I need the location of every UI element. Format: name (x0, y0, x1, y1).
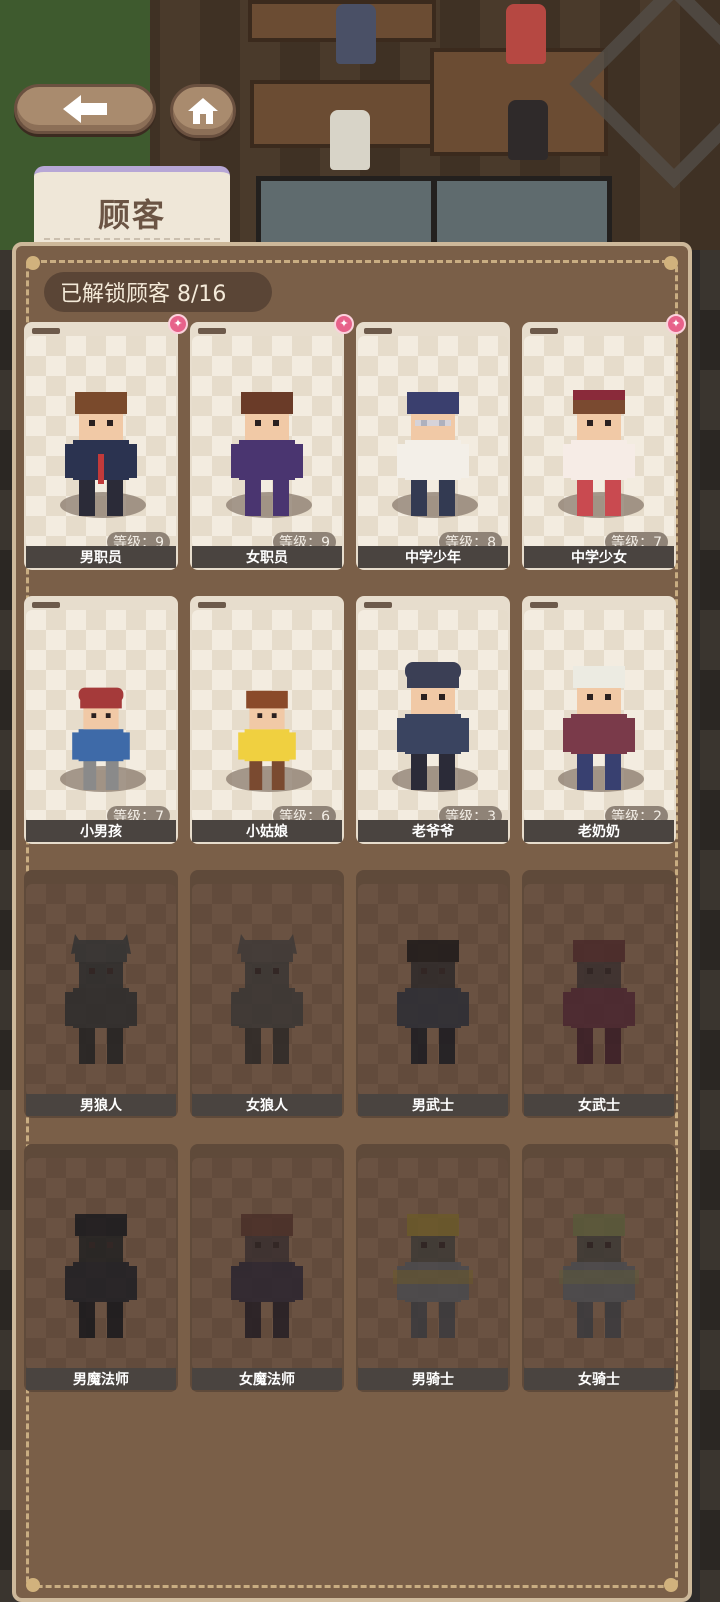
customer-name: 男职员 (26, 546, 176, 568)
customer-name: 老爷爷 (358, 820, 508, 842)
customer-portrait: 等级：7 (524, 336, 674, 552)
customer-card[interactable]: 女骑士 (522, 1144, 676, 1392)
customer-name: 男魔法师 (26, 1368, 176, 1390)
background-wall (700, 250, 720, 1602)
customer-card[interactable]: 等级：3 老爷爷 (356, 596, 510, 844)
customer-sprite-icon (563, 666, 635, 790)
background-character (336, 4, 376, 64)
background-character (330, 110, 370, 170)
customer-sprite-icon (231, 392, 303, 516)
panel-corner (664, 1578, 678, 1592)
customer-card[interactable]: 女狼人 (190, 870, 344, 1118)
customer-card[interactable]: 等级：9 男职员 (24, 322, 178, 570)
customer-card[interactable]: 女魔法师 (190, 1144, 344, 1392)
customer-portrait: 等级：7 (26, 610, 176, 826)
customer-sprite-icon (231, 934, 303, 1064)
customer-sprite-icon (65, 392, 137, 516)
new-badge-icon: ✦ (334, 314, 354, 334)
customer-sprite-icon (559, 1214, 639, 1338)
customer-sprite-icon (72, 687, 130, 790)
customer-sprite-icon (563, 940, 635, 1064)
background-character (508, 100, 548, 160)
customer-portrait (524, 884, 674, 1096)
customer-portrait: 等级：9 (192, 336, 342, 552)
card-tab (530, 328, 558, 334)
card-tab (32, 328, 60, 334)
home-button[interactable] (170, 84, 236, 138)
card-tab (198, 602, 226, 608)
card-tab (364, 602, 392, 608)
customer-portrait: 等级：8 (358, 336, 508, 552)
panel-corner (664, 256, 678, 270)
customer-card[interactable]: 男狼人 (24, 870, 178, 1118)
customer-card[interactable]: 等级：6 小姑娘 (190, 596, 344, 844)
customer-sprite-icon (65, 1214, 137, 1338)
customer-name: 小男孩 (26, 820, 176, 842)
card-tab (364, 328, 392, 334)
tab-customers[interactable]: 顾客 (34, 166, 230, 252)
customer-portrait: 等级：6 (192, 610, 342, 826)
customer-name: 男狼人 (26, 1094, 176, 1116)
customer-portrait (524, 1158, 674, 1370)
background-character (506, 4, 546, 64)
customer-name: 中学少女 (524, 546, 674, 568)
customer-portrait (192, 1158, 342, 1370)
customer-sprite-icon (397, 940, 469, 1064)
customer-card[interactable]: 等级：9 女职员 (190, 322, 344, 570)
customer-card[interactable]: 等级：2 老奶奶 (522, 596, 676, 844)
customer-name: 女武士 (524, 1094, 674, 1116)
back-button[interactable] (14, 84, 156, 134)
customer-card[interactable]: 男魔法师 (24, 1144, 178, 1392)
customer-sprite-icon (65, 934, 137, 1064)
customer-name: 女魔法师 (192, 1368, 342, 1390)
customer-name: 女骑士 (524, 1368, 674, 1390)
customer-name: 女狼人 (192, 1094, 342, 1116)
customer-card[interactable]: 等级：8 中学少年 (356, 322, 510, 570)
card-tab (530, 602, 558, 608)
tab-divider (44, 238, 220, 240)
customer-portrait (358, 1158, 508, 1370)
customer-card[interactable]: 等级：7 中学少女 (522, 322, 676, 570)
panel-corner (26, 256, 40, 270)
customer-sprite-icon (238, 690, 296, 790)
new-badge-icon: ✦ (168, 314, 188, 334)
customer-sprite-icon (393, 1214, 473, 1338)
customer-card[interactable]: 男武士 (356, 870, 510, 1118)
panel-corner (26, 1578, 40, 1592)
customer-portrait (26, 1158, 176, 1370)
arrow-left-icon (63, 95, 107, 123)
customer-name: 老奶奶 (524, 820, 674, 842)
customer-portrait (192, 884, 342, 1096)
customer-name: 女职员 (192, 546, 342, 568)
customer-card[interactable]: 女武士 (522, 870, 676, 1118)
customer-portrait: 等级：9 (26, 336, 176, 552)
customer-name: 男武士 (358, 1094, 508, 1116)
card-tab (32, 602, 60, 608)
new-badge-icon: ✦ (666, 314, 686, 334)
customer-portrait (358, 884, 508, 1096)
customer-card[interactable]: 等级：7 小男孩 (24, 596, 178, 844)
customer-portrait: 等级：2 (524, 610, 674, 826)
customer-name: 中学少年 (358, 546, 508, 568)
unlocked-counter: 已解锁顾客 8/16 (44, 272, 272, 312)
card-tab (198, 328, 226, 334)
customer-sprite-icon (231, 1214, 303, 1338)
customer-name: 男骑士 (358, 1368, 508, 1390)
customer-sprite-icon (397, 662, 469, 790)
customer-sprite-icon (563, 390, 635, 516)
customer-card[interactable]: 男骑士 (356, 1144, 510, 1392)
customer-name: 小姑娘 (192, 820, 342, 842)
customer-portrait (26, 884, 176, 1096)
customer-sprite-icon (397, 392, 469, 516)
customer-portrait: 等级：3 (358, 610, 508, 826)
home-icon (188, 98, 218, 124)
